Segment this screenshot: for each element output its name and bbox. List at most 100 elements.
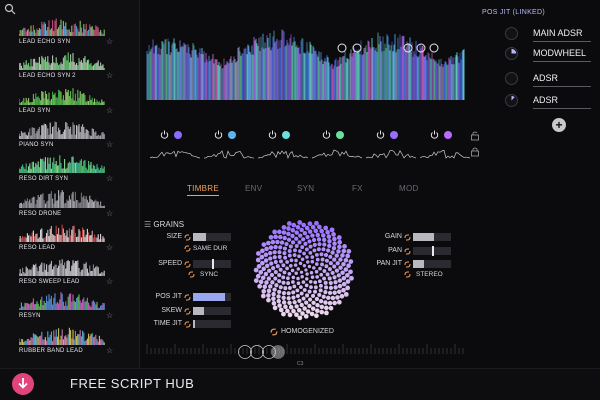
grain-envelope — [366, 150, 416, 159]
grain-marker[interactable] — [337, 43, 347, 53]
grain-visualizer[interactable] — [145, 22, 467, 108]
mod-amount-knob[interactable] — [505, 72, 518, 85]
power-icon[interactable] — [160, 130, 169, 139]
link-icon[interactable] — [188, 271, 195, 278]
preset-item[interactable]: RESO LEAD ☆ — [0, 220, 140, 256]
gain-slider[interactable] — [413, 233, 451, 241]
favorite-star-icon[interactable]: ☆ — [106, 277, 113, 286]
preset-item[interactable]: RESYN ☆ — [0, 288, 140, 324]
mod-amount-knob[interactable] — [505, 47, 518, 60]
preset-item[interactable]: RUBBER BAND LEAD ☆ — [0, 323, 140, 359]
preset-label: PIANO SYN — [19, 141, 54, 148]
preset-item[interactable]: RESO SWEEP LEAD ☆ — [0, 254, 140, 290]
preset-waveform — [19, 224, 105, 242]
link-icon[interactable] — [184, 261, 191, 268]
tab-fx[interactable]: FX — [352, 184, 363, 193]
power-icon[interactable] — [322, 130, 331, 139]
favorite-star-icon[interactable]: ☆ — [106, 140, 113, 149]
grain-strip[interactable] — [312, 130, 364, 164]
tab-mod[interactable]: MOD — [399, 184, 419, 193]
tab-env[interactable]: ENV — [245, 184, 262, 193]
grain-color-dot[interactable] — [282, 131, 290, 139]
favorite-star-icon[interactable]: ☆ — [106, 174, 113, 183]
link-icon[interactable] — [404, 248, 411, 255]
preset-label: RESYN — [19, 313, 41, 320]
grain-color-dot[interactable] — [228, 131, 236, 139]
add-modulation-button[interactable]: + — [552, 118, 566, 132]
link-icon[interactable] — [270, 328, 278, 336]
favorite-star-icon[interactable]: ☆ — [106, 346, 113, 355]
link-icon[interactable] — [404, 234, 411, 241]
favorite-star-icon[interactable]: ☆ — [106, 311, 113, 320]
grain-color-dot[interactable] — [174, 131, 182, 139]
mod-source-item[interactable]: ADSR — [505, 92, 595, 112]
mod-underline — [533, 108, 591, 109]
sync-label[interactable]: SYNC — [200, 271, 218, 278]
pan-jit-label: PAN JIT — [376, 260, 402, 267]
preset-label: RESO DIRT SYN — [19, 176, 69, 183]
size-slider[interactable] — [193, 233, 231, 241]
power-icon[interactable] — [214, 130, 223, 139]
favorite-star-icon[interactable]: ☆ — [106, 71, 113, 80]
grain-sphere[interactable] — [252, 218, 356, 322]
link-icon[interactable] — [184, 308, 191, 315]
stereo-label[interactable]: STEREO — [416, 271, 443, 278]
mod-target-title: POS JIT (LINKED) — [482, 9, 546, 16]
keyboard-ruler[interactable] — [145, 340, 467, 360]
grain-envelope — [204, 150, 254, 159]
link-icon[interactable] — [184, 321, 191, 328]
favorite-star-icon[interactable]: ☆ — [106, 209, 113, 218]
link-icon[interactable] — [404, 261, 411, 268]
preset-item[interactable]: PIANO SYN ☆ — [0, 117, 140, 153]
favorite-star-icon[interactable]: ☆ — [106, 37, 113, 46]
power-icon[interactable] — [268, 130, 277, 139]
pos-jit-slider[interactable] — [193, 293, 231, 301]
time-jit-slider[interactable] — [193, 320, 231, 328]
preset-label: RESO LEAD — [19, 244, 56, 251]
grain-marker[interactable] — [429, 43, 439, 53]
link-icon[interactable] — [184, 294, 191, 301]
preset-item[interactable]: RESO DRONE ☆ — [0, 186, 140, 222]
menu-icon[interactable]: ☰ — [144, 220, 151, 229]
mod-amount-knob[interactable] — [505, 94, 518, 107]
download-icon[interactable] — [12, 373, 34, 395]
grain-strip[interactable] — [366, 130, 418, 164]
grain-color-dot[interactable] — [336, 131, 344, 139]
pan-label: PAN — [388, 247, 402, 254]
preset-item[interactable]: RESO DIRT SYN ☆ — [0, 151, 140, 187]
grain-strip[interactable] — [258, 130, 310, 164]
speed-slider[interactable] — [193, 259, 231, 269]
tab-timbre[interactable]: TIMBRE — [187, 184, 220, 196]
mod-source-item[interactable]: MAIN ADSR — [505, 25, 595, 45]
link-icon[interactable] — [404, 271, 411, 278]
grain-strip[interactable] — [150, 130, 202, 164]
grain-color-dot[interactable] — [444, 131, 452, 139]
preset-item[interactable]: LEAD ECHO SYN 2 ☆ — [0, 48, 140, 84]
homogenized-label[interactable]: HOMOGENIZED — [281, 328, 334, 335]
link-icon[interactable] — [184, 245, 191, 252]
grain-strip[interactable] — [420, 130, 472, 164]
lock-icon[interactable] — [470, 130, 480, 160]
footer-title: FREE SCRIPT HUB — [70, 376, 195, 391]
favorite-star-icon[interactable]: ☆ — [106, 243, 113, 252]
skew-slider[interactable] — [193, 307, 231, 315]
preset-waveform — [19, 18, 105, 36]
mod-amount-knob[interactable] — [505, 27, 518, 40]
mod-source-item[interactable]: ADSR — [505, 70, 595, 90]
power-icon[interactable] — [376, 130, 385, 139]
link-icon[interactable] — [184, 234, 191, 241]
grain-color-dot[interactable] — [390, 131, 398, 139]
pos-jit-label: POS JIT — [155, 293, 182, 300]
pan-slider[interactable] — [413, 246, 451, 256]
grain-strip[interactable] — [204, 130, 256, 164]
tab-syn[interactable]: SYN — [297, 184, 314, 193]
preset-item[interactable]: LEAD ECHO SYN ☆ — [0, 14, 140, 50]
preset-waveform — [19, 155, 105, 174]
pan-jit-slider[interactable] — [413, 260, 451, 268]
mod-underline — [533, 86, 591, 87]
preset-item[interactable]: LEAD SYN ☆ — [0, 83, 140, 119]
favorite-star-icon[interactable]: ☆ — [106, 106, 113, 115]
same-dur-label[interactable]: SAME DUR — [193, 245, 227, 252]
mod-source-item[interactable]: MODWHEEL — [505, 45, 595, 65]
power-icon[interactable] — [430, 130, 439, 139]
